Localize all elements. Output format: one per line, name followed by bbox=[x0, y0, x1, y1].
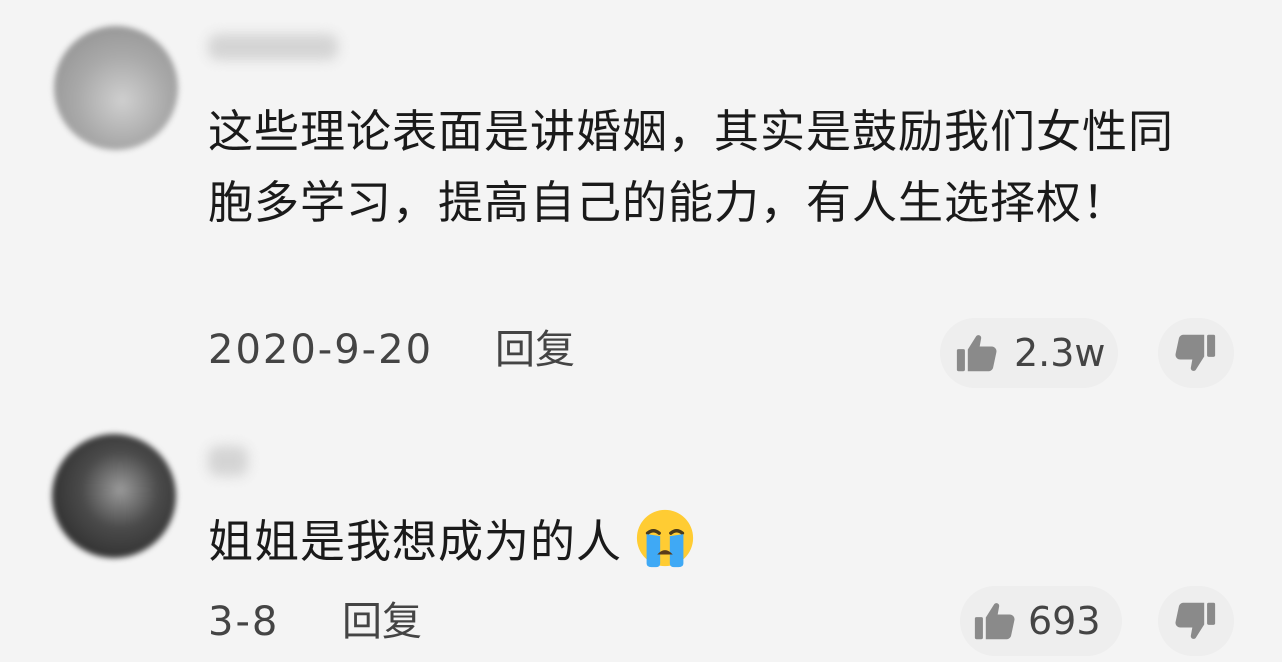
like-button[interactable]: 2.3w bbox=[940, 318, 1118, 388]
comment-date: 2020-9-20 bbox=[208, 327, 434, 373]
dislike-button[interactable] bbox=[1158, 586, 1234, 656]
thumbs-up-icon bbox=[956, 335, 997, 372]
avatar[interactable] bbox=[54, 26, 178, 150]
like-button[interactable]: 693 bbox=[960, 586, 1122, 656]
reply-button[interactable]: 回复 bbox=[495, 326, 575, 374]
reply-button[interactable]: 回复 bbox=[342, 598, 422, 646]
crying-face-emoji-icon bbox=[636, 509, 694, 568]
comment-text-container: 姐姐是我想成为的人 bbox=[208, 506, 696, 577]
thumbs-up-icon bbox=[974, 603, 1015, 640]
username-blurred[interactable] bbox=[208, 446, 248, 476]
comment-text: 姐姐是我想成为的人 bbox=[208, 515, 623, 568]
thumbs-down-icon bbox=[1175, 602, 1216, 639]
like-count: 693 bbox=[1028, 599, 1101, 643]
avatar[interactable] bbox=[52, 434, 176, 558]
dislike-button[interactable] bbox=[1158, 318, 1234, 388]
comment-date: 3-8 bbox=[208, 599, 280, 645]
username-blurred[interactable] bbox=[208, 34, 338, 60]
comment-text: 这些理论表面是讲婚姻，其实是鼓励我们女性同胞多学习，提高自己的能力，有人生选择权… bbox=[208, 105, 1175, 229]
thumbs-down-icon bbox=[1175, 334, 1216, 371]
like-count: 2.3w bbox=[1014, 331, 1106, 375]
